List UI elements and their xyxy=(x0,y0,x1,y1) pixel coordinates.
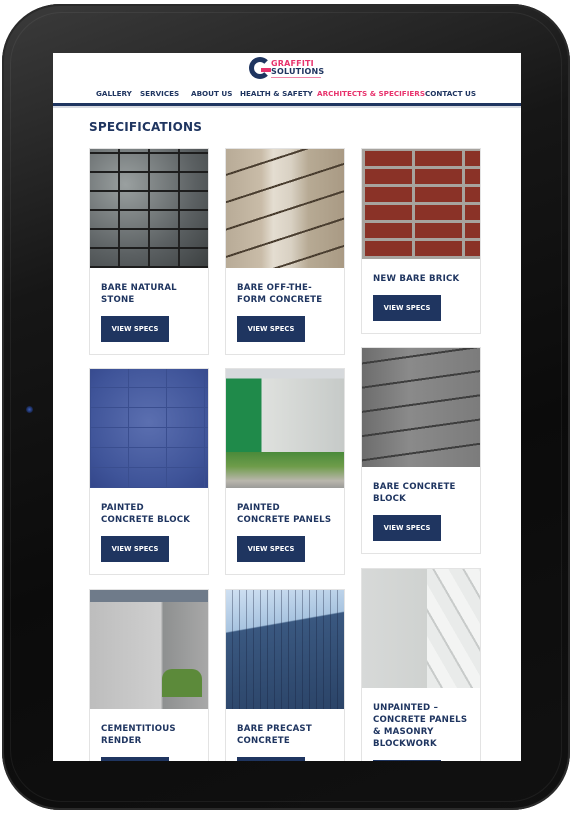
card-title: CEMENTITIOUS RENDER xyxy=(101,724,176,746)
nav-divider xyxy=(53,106,521,108)
view-specs-button[interactable]: VIEW SPECS xyxy=(101,757,169,761)
card-image[interactable] xyxy=(226,369,344,488)
card-image[interactable] xyxy=(362,149,480,259)
card-image[interactable] xyxy=(226,590,344,709)
view-specs-button[interactable]: VIEW SPECS xyxy=(373,515,441,541)
main-nav: GALLERY SERVICES ABOUT US HEALTH & SAFET… xyxy=(53,87,521,101)
nav-services[interactable]: SERVICES xyxy=(140,89,179,98)
logo-tagline xyxy=(271,77,321,78)
nav-about-us[interactable]: ABOUT US xyxy=(191,89,232,98)
card-title: BARE NATURAL STONE xyxy=(101,283,177,305)
spec-card: BARE CONCRETE BLOCK VIEW SPECS xyxy=(361,347,481,554)
logo-g-icon xyxy=(249,57,271,79)
card-title: PAINTED CONCRETE BLOCK xyxy=(101,503,191,525)
spec-card: CEMENTITIOUS RENDER VIEW SPECS xyxy=(89,589,209,761)
spec-card: UNPAINTED – CONCRETE PANELS & MASONRY BL… xyxy=(361,568,481,761)
card-image[interactable] xyxy=(362,569,480,688)
card-title: BARE PRECAST CONCRETE xyxy=(237,724,312,746)
spec-card: BARE PRECAST CONCRETE VIEW SPECS xyxy=(225,589,345,761)
nav-contact-us[interactable]: CONTACT US xyxy=(425,89,476,98)
card-title: NEW BARE BRICK xyxy=(373,274,460,284)
view-specs-button[interactable]: VIEW SPECS xyxy=(237,757,305,761)
spec-card: BARE OFF-THE-FORM CONCRETE VIEW SPECS xyxy=(225,148,345,355)
view-specs-button[interactable]: VIEW SPECS xyxy=(101,536,169,562)
spec-card: BARE NATURAL STONE VIEW SPECS xyxy=(89,148,209,355)
view-specs-button[interactable]: VIEW SPECS xyxy=(373,760,441,761)
spec-card: NEW BARE BRICK VIEW SPECS xyxy=(361,148,481,334)
logo[interactable]: GRAFFITI SOLUTIONS xyxy=(249,57,325,81)
card-title: PAINTED CONCRETE PANELS xyxy=(237,503,332,525)
view-specs-button[interactable]: VIEW SPECS xyxy=(237,536,305,562)
card-image[interactable] xyxy=(362,348,480,467)
view-specs-button[interactable]: VIEW SPECS xyxy=(101,316,169,342)
view-specs-button[interactable]: VIEW SPECS xyxy=(373,295,441,321)
spec-card: PAINTED CONCRETE PANELS VIEW SPECS xyxy=(225,368,345,575)
card-image[interactable] xyxy=(90,369,208,488)
card-title: BARE OFF-THE-FORM CONCRETE xyxy=(237,283,323,305)
page-title: SPECIFICATIONS xyxy=(89,120,203,134)
spec-card: PAINTED CONCRETE BLOCK VIEW SPECS xyxy=(89,368,209,575)
card-title: BARE CONCRETE BLOCK xyxy=(373,482,456,504)
view-specs-button[interactable]: VIEW SPECS xyxy=(237,316,305,342)
camera-icon xyxy=(26,406,33,413)
card-image[interactable] xyxy=(90,590,208,709)
card-title: UNPAINTED – CONCRETE PANELS & MASONRY BL… xyxy=(373,703,468,749)
nav-architects-specifiers[interactable]: ARCHITECTS & SPECIFIERS xyxy=(317,89,425,98)
card-image[interactable] xyxy=(226,149,344,268)
card-image[interactable] xyxy=(90,149,208,268)
nav-gallery[interactable]: GALLERY xyxy=(96,89,132,98)
logo-text-solutions: SOLUTIONS xyxy=(271,67,325,76)
nav-health-safety[interactable]: HEALTH & SAFETY xyxy=(240,89,313,98)
screen: GRAFFITI SOLUTIONS GALLERY SERVICES ABOU… xyxy=(53,53,521,761)
